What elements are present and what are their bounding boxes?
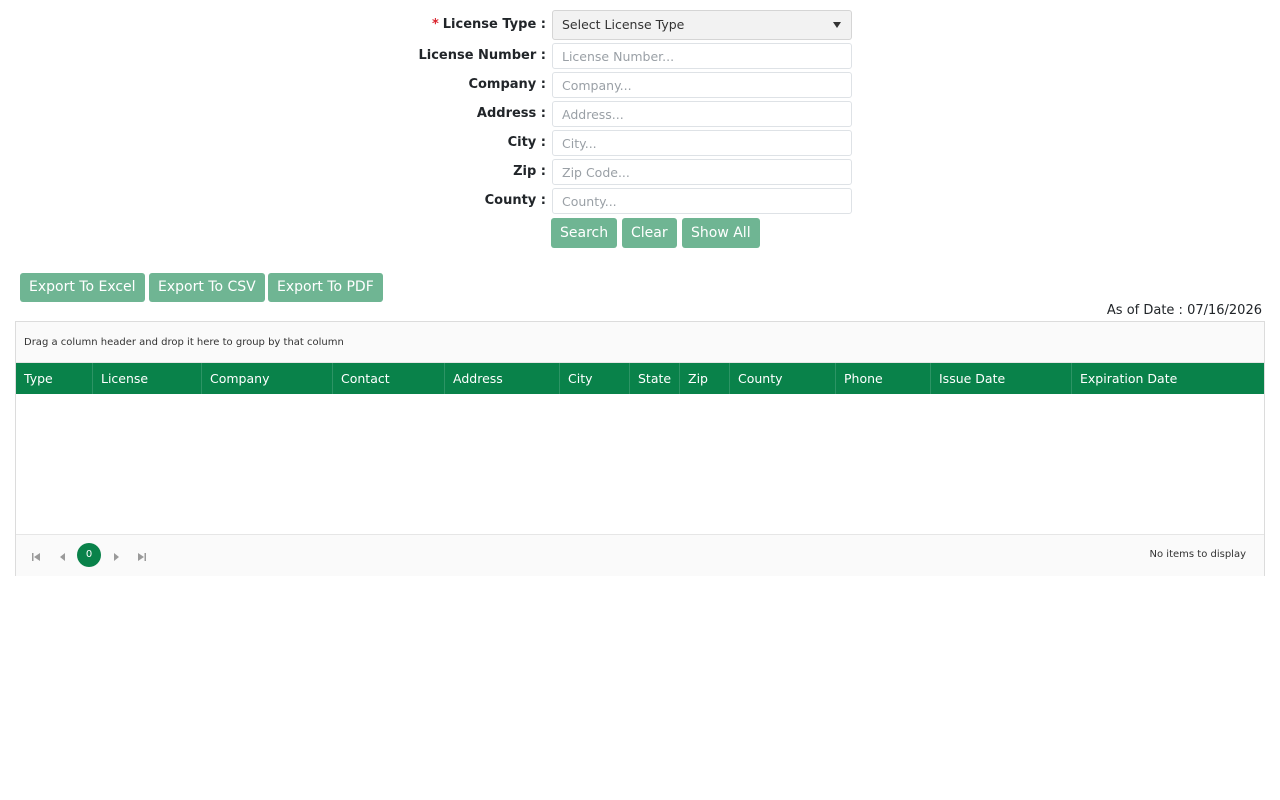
as-of-date: As of Date : 07/16/2026 <box>1106 303 1262 318</box>
column-header-zip[interactable]: Zip <box>679 363 729 394</box>
address-label: Address : <box>476 106 546 121</box>
required-marker: * <box>431 17 439 32</box>
column-header-contact[interactable]: Contact <box>332 363 444 394</box>
city-row: City : <box>0 130 1280 156</box>
next-page-icon[interactable] <box>109 549 123 563</box>
county-input[interactable] <box>552 188 852 214</box>
license-number-label: License Number : <box>418 48 546 63</box>
export-excel-button[interactable]: Export To Excel <box>20 273 145 302</box>
company-row: Company : <box>0 72 1280 98</box>
pager-info: No items to display <box>1149 549 1246 560</box>
license-type-select[interactable]: Select License Type <box>552 10 852 40</box>
company-label: Company : <box>468 77 546 92</box>
column-header-company[interactable]: Company <box>201 363 332 394</box>
clear-button[interactable]: Clear <box>622 218 677 248</box>
license-type-select-value: Select License Type <box>562 17 685 32</box>
license-number-input[interactable] <box>552 43 852 69</box>
last-page-icon[interactable] <box>135 549 149 563</box>
zip-label: Zip : <box>513 164 546 179</box>
county-row: County : <box>0 188 1280 214</box>
column-header-county[interactable]: County <box>729 363 835 394</box>
license-type-label: * License Type : <box>432 12 546 38</box>
show-all-button[interactable]: Show All <box>682 218 760 248</box>
license-number-row: License Number : <box>0 43 1280 69</box>
column-header-address[interactable]: Address <box>444 363 559 394</box>
company-input[interactable] <box>552 72 852 98</box>
export-pdf-button[interactable]: Export To PDF <box>268 273 383 302</box>
search-button[interactable]: Search <box>551 218 618 248</box>
current-page-indicator[interactable]: 0 <box>77 543 101 567</box>
license-type-row: * License Type : Select License Type <box>0 10 1280 40</box>
group-by-drop-zone[interactable]: Drag a column header and drop it here to… <box>16 322 1264 363</box>
city-label: City : <box>507 135 546 150</box>
column-header-issue-date[interactable]: Issue Date <box>930 363 1071 394</box>
caret-down-icon <box>833 22 841 28</box>
column-header-expiration-date[interactable]: Expiration Date <box>1071 363 1264 394</box>
first-page-icon[interactable] <box>29 549 43 563</box>
grid-header: Type License Company Contact Address Cit… <box>16 363 1264 394</box>
export-csv-button[interactable]: Export To CSV <box>149 273 265 302</box>
column-header-license[interactable]: License <box>92 363 201 394</box>
column-header-phone[interactable]: Phone <box>835 363 930 394</box>
zip-input[interactable] <box>552 159 852 185</box>
grid-body <box>16 394 1264 534</box>
results-grid: Drag a column header and drop it here to… <box>15 321 1265 576</box>
column-header-city[interactable]: City <box>559 363 629 394</box>
column-header-state[interactable]: State <box>629 363 679 394</box>
address-input[interactable] <box>552 101 852 127</box>
address-row: Address : <box>0 101 1280 127</box>
city-input[interactable] <box>552 130 852 156</box>
county-label: County : <box>484 193 546 208</box>
zip-row: Zip : <box>0 159 1280 185</box>
license-type-label-text: License Type : <box>442 17 546 32</box>
column-header-type[interactable]: Type <box>16 363 92 394</box>
prev-page-icon[interactable] <box>56 549 70 563</box>
grid-pager: 0 No items to display <box>16 534 1264 576</box>
